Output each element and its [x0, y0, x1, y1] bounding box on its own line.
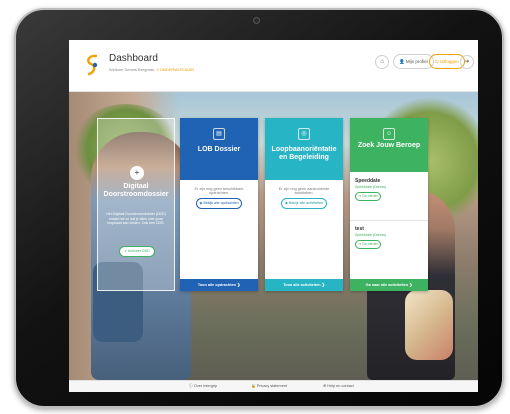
job-subtitle: Speeddate (Dennis) [355, 233, 387, 237]
eye-icon: ◉ [199, 201, 203, 205]
lob-empty-text: Er zijn nog geen beschikbare opdrachten. [194, 187, 244, 195]
find-profession-header: ☺ Zoek Jouw Beroep [350, 118, 428, 172]
show-all-activities-label: Toon alle activiteiten [283, 283, 321, 287]
continue-label: Ga verder [362, 194, 378, 198]
welcome-text: Welkom Dennis Bergman, [109, 67, 156, 72]
arrow-right-icon: ➜ [358, 194, 362, 198]
plus-icon: + [130, 166, 144, 180]
activate-ddd-label: Activeer DDD [128, 249, 150, 253]
folder-icon: ▤ [213, 128, 225, 140]
background-bag [405, 290, 453, 360]
career-guidance-title: Loopbaanoriëntatie en Begeleiding [271, 146, 337, 161]
go-to-all-activities-link[interactable]: Ga naar alle activiteiten ❯ [350, 279, 428, 291]
welcome-subtitle: Welkom Dennis Bergman, 2 ONDERWIJSJAAR [109, 67, 194, 72]
job-name: test [355, 226, 364, 232]
help-label: Help en contact [327, 384, 354, 388]
intergrip-logo-icon [87, 54, 98, 76]
privacy-label: Privacy statement [256, 384, 287, 388]
chevron-right-icon: ❯ [321, 283, 325, 287]
chevron-right-icon: ❯ [237, 283, 241, 287]
digital-dossier-card: + Digitaal Doorstroomdossier Het Digitaa… [97, 118, 175, 291]
continue-button[interactable]: ➜ Ga verder [355, 192, 381, 201]
career-guidance-card: ◎ Loopbaanoriëntatie en Begeleiding Er z… [265, 118, 343, 291]
job-subtitle: Speeddate (Dennis) [355, 185, 387, 189]
view-assignments-button[interactable]: ◉ Bekijk alle opdrachten [196, 198, 242, 209]
digital-dossier-title: Digitaal Doorstroomdossier [103, 183, 169, 198]
tablet-frame: Dashboard Welkom Dennis Bergman, 2 ONDER… [14, 8, 504, 408]
show-all-assignments-label: Toon alle opdrachten [197, 283, 236, 287]
school-year-text: 2 ONDERWIJSJAAR [156, 67, 195, 72]
app-header: Dashboard Welkom Dennis Bergman, 2 ONDER… [69, 40, 478, 92]
view-activities-label: Bekijk alle activiteiten [288, 201, 324, 205]
screen: Dashboard Welkom Dennis Bergman, 2 ONDER… [69, 40, 478, 392]
show-all-activities-link[interactable]: Toon alle activiteiten ❯ [265, 279, 343, 291]
continue-label: Ga verder [362, 242, 378, 246]
lob-dossier-card: ▤ LOB Dossier Er zijn nog geen beschikba… [180, 118, 258, 291]
app-footer: ⓘ Over Intergrip 🔒 Privacy statement ⊕ H… [69, 380, 478, 392]
profile-label: Mijn profiel [405, 59, 428, 64]
about-link[interactable]: ⓘ Over Intergrip [189, 381, 217, 392]
digital-dossier-description: Het Digitaal Doorstroomdossier (DDD) maa… [106, 212, 166, 225]
show-all-assignments-link[interactable]: Toon alle opdrachten ❯ [180, 279, 258, 291]
check-icon: ✔ [124, 249, 128, 253]
person-icon: ☺ [383, 128, 395, 140]
job-name: Speeddate [355, 178, 381, 184]
continue-button[interactable]: ➜ Ga verder [355, 240, 381, 249]
job-item: test Speeddate (Dennis) ➜ Ga verder [355, 226, 423, 249]
user-icon: 👤 [399, 59, 405, 64]
arrow-right-icon: ➜ [358, 242, 362, 246]
home-icon[interactable]: ⌂ [375, 55, 389, 69]
compass-icon: ◎ [298, 128, 310, 140]
go-to-all-activities-label: Ga naar alle activiteiten [365, 283, 409, 287]
help-link[interactable]: ⊕ Help en contact [323, 381, 354, 392]
power-icon: ⏻ [435, 59, 439, 64]
find-profession-title: Zoek Jouw Beroep [357, 142, 421, 149]
find-profession-card: ☺ Zoek Jouw Beroep Speeddate Speeddate (… [350, 118, 428, 291]
arrow-right-icon[interactable]: ➜ [460, 55, 474, 69]
activate-ddd-button[interactable]: ✔ Activeer DDD [119, 246, 155, 257]
lob-dossier-title: LOB Dossier [197, 146, 241, 153]
divider [350, 220, 428, 221]
privacy-link[interactable]: 🔒 Privacy statement [251, 381, 287, 392]
eye-icon: ◉ [284, 201, 288, 205]
view-activities-button[interactable]: ◉ Bekijk alle activiteiten [281, 198, 327, 209]
lock-icon: 🔒 [251, 384, 256, 388]
job-item: Speeddate Speeddate (Dennis) ➜ Ga verder [355, 178, 423, 201]
page-title: Dashboard [109, 53, 158, 64]
profile-button[interactable]: 👤 Mijn profiel [393, 54, 434, 69]
info-icon: ⓘ [189, 384, 193, 388]
chevron-right-icon: ❯ [409, 283, 413, 287]
career-guidance-header: ◎ Loopbaanoriëntatie en Begeleiding [265, 118, 343, 180]
help-icon: ⊕ [323, 384, 327, 388]
lob-dossier-header: ▤ LOB Dossier [180, 118, 258, 180]
logout-label: Uitloggen [439, 59, 459, 64]
view-assignments-label: Bekijk alle opdrachten [203, 201, 239, 205]
about-label: Over Intergrip [193, 384, 218, 388]
career-empty-text: Er zijn nog geen aankomende activiteiten… [278, 187, 330, 195]
camera [253, 17, 260, 24]
